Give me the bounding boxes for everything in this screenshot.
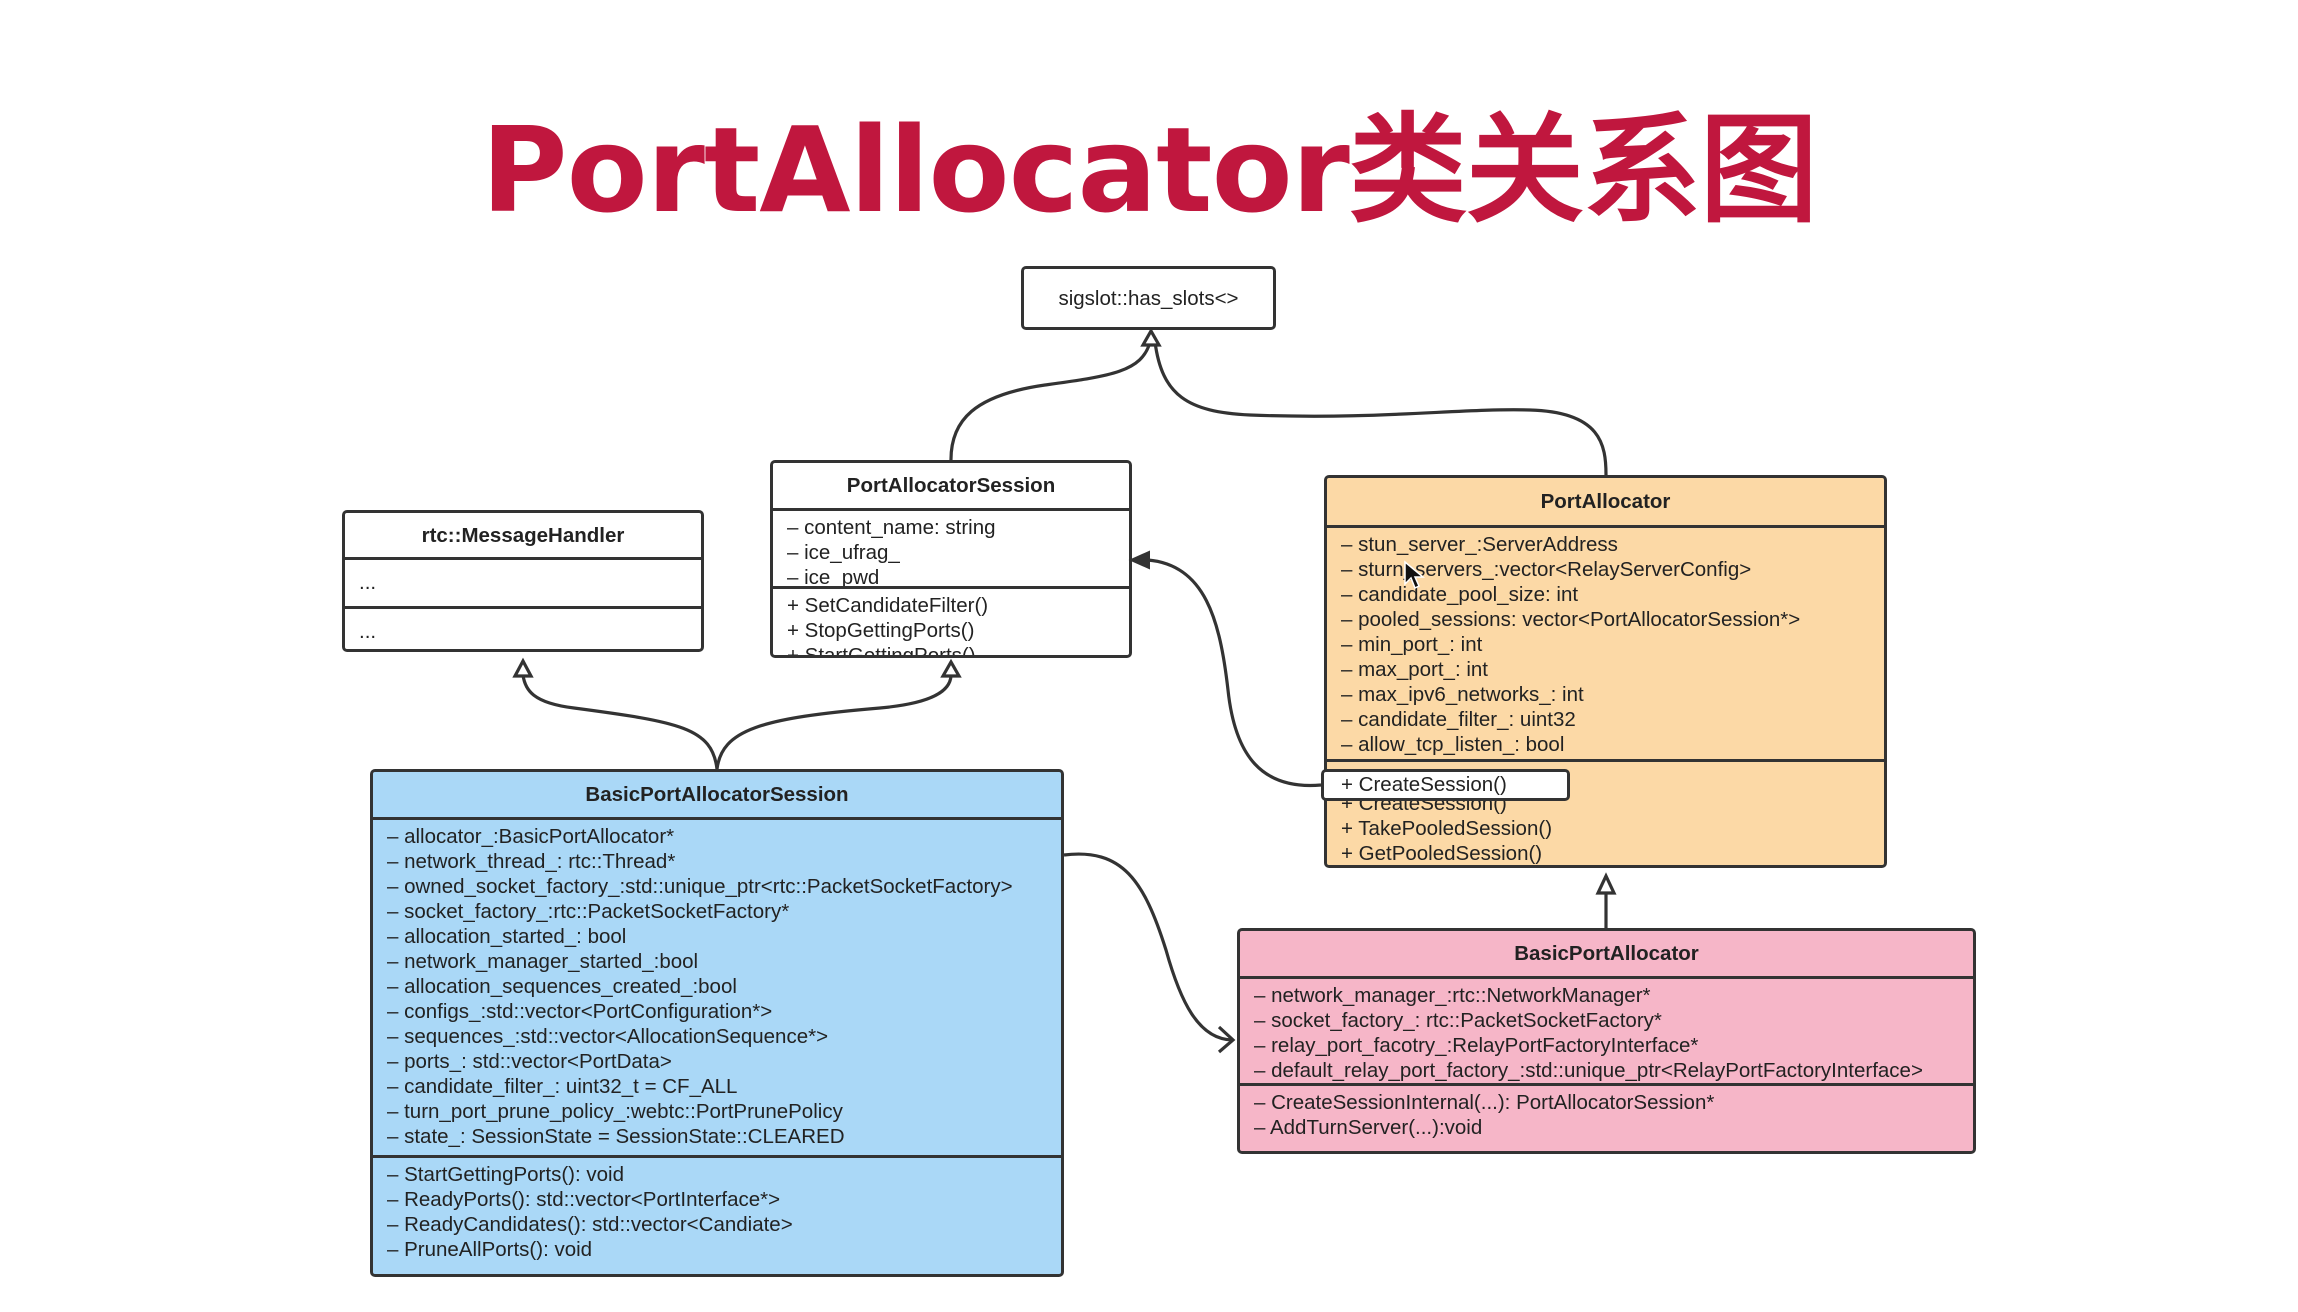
class-basicportallocator[interactable]: BasicPortAllocator – network_manager_:rt…: [1237, 928, 1976, 1154]
attribute: – pooled_sessions: vector<PortAllocatorS…: [1341, 608, 1801, 631]
createsession-highlight[interactable]: + CreateSession(): [1321, 769, 1570, 801]
attribute: – ice_ufrag_: [787, 541, 900, 564]
class-name: sigslot::has_slots<>: [1058, 286, 1239, 310]
attribute: – candidate_filter_: uint32: [1341, 708, 1576, 731]
class-portallocator[interactable]: PortAllocator – stun_server_:ServerAddre…: [1324, 475, 1887, 868]
class-rtc-messagehandler[interactable]: rtc::MessageHandler ... ...: [342, 510, 704, 652]
attribute: – stun_server_:ServerAddress: [1341, 533, 1618, 556]
methods-section: + SetCandidateFilter() + StopGettingPort…: [773, 586, 1129, 658]
method: + StartGettingPorts(): [787, 644, 976, 658]
class-name: PortAllocator: [1327, 478, 1884, 528]
inheritance-arrow-pa: [1595, 872, 1617, 895]
method: + SetCandidateFilter(): [787, 594, 989, 617]
attribute: – configs_:std::vector<PortConfiguration…: [387, 1000, 773, 1023]
attribute: – network_manager_:rtc::NetworkManager*: [1254, 984, 1651, 1007]
attribute: – ice_pwd: [787, 566, 880, 586]
class-portallocatorsession[interactable]: PortAllocatorSession – content_name: str…: [770, 460, 1132, 658]
methods-section: – CreateSessionInternal(...): PortAlloca…: [1240, 1083, 1973, 1154]
attributes-section: – network_manager_:rtc::NetworkManager* …: [1240, 979, 1973, 1083]
method: – AddTurnServer(...):void: [1254, 1116, 1483, 1139]
methods-section: – StartGettingPorts(): void – ReadyPorts…: [373, 1155, 1061, 1277]
attribute: – network_thread_: rtc::Thread*: [387, 850, 676, 873]
method: + TakePooledSession(): [1341, 817, 1553, 840]
method: – ReadyCandidates(): std::vector<Candiat…: [387, 1213, 793, 1236]
attribute: – owned_socket_factory_:std::unique_ptr<…: [387, 875, 1013, 898]
method: ...: [1254, 1141, 1272, 1154]
attribute: – content_name: string: [787, 516, 996, 539]
attribute: – socket_factory_: rtc::PacketSocketFact…: [1254, 1009, 1662, 1032]
attributes-section: – content_name: string – ice_ufrag_ – ic…: [773, 511, 1129, 586]
method: – PruneAllPorts(): void: [387, 1238, 593, 1261]
attribute: – network_manager_started_:bool: [387, 950, 699, 973]
method: + GetPooledSession(): [1341, 842, 1543, 865]
attribute: – sequences_:std::vector<AllocationSeque…: [387, 1025, 829, 1048]
attribute: – max_ipv6_networks_: int: [1341, 683, 1584, 706]
class-name: BasicPortAllocatorSession: [373, 772, 1061, 820]
method: + StopGettingPorts(): [787, 619, 975, 642]
attribute: – allocator_:BasicPortAllocator*: [387, 825, 675, 848]
connector-bpas-to-bpa: [1063, 852, 1234, 1042]
attribute: – allocation_started_: bool: [387, 925, 627, 948]
connector-pa-to-sigslot: [1153, 341, 1608, 476]
attribute: – state_: SessionState = SessionState::C…: [387, 1125, 845, 1148]
methods-section: ...: [345, 606, 701, 649]
method: – StartGettingPorts(): void: [387, 1163, 624, 1186]
attribute: ...: [359, 571, 377, 594]
method: – CreateSessionInternal(...): PortAlloca…: [1254, 1091, 1715, 1114]
attribute: – candidate_filter_: uint32_t = CF_ALL: [387, 1075, 738, 1098]
class-basicportallocatorsession[interactable]: BasicPortAllocatorSession – allocator_:B…: [370, 769, 1064, 1277]
attributes-section: – allocator_:BasicPortAllocator* – netwo…: [373, 820, 1061, 1155]
class-name: PortAllocatorSession: [773, 463, 1129, 511]
attribute: – default_relay_port_factory_:std::uniqu…: [1254, 1059, 1923, 1082]
attribute: – max_port_: int: [1341, 658, 1488, 681]
method: ...: [359, 620, 377, 643]
inheritance-arrow-pas: [940, 658, 962, 678]
inheritance-arrow-sigslot: [1140, 327, 1162, 347]
connector-bpas-to-pas: [715, 675, 953, 770]
attribute: – turn_port_prune_policy_:webtc::PortPru…: [387, 1100, 843, 1123]
mouse-pointer-icon: [1404, 560, 1425, 590]
connector-createsession-to-pas: [1147, 558, 1322, 788]
class-sigslot-has-slots[interactable]: sigslot::has_slots<>: [1021, 266, 1276, 330]
attribute: – socket_factory_:rtc::PacketSocketFacto…: [387, 900, 790, 923]
attribute: – allow_tcp_listen_: bool: [1341, 733, 1565, 756]
attribute: – min_port_: int: [1341, 633, 1483, 656]
class-name: rtc::MessageHandler: [345, 513, 701, 560]
method: – ReadyPorts(): std::vector<PortInterfac…: [387, 1188, 781, 1211]
attribute: – relay_port_facotry_:RelayPortFactoryIn…: [1254, 1034, 1699, 1057]
class-name: BasicPortAllocator: [1240, 931, 1973, 979]
connector-bpas-to-msghandler: [521, 674, 719, 770]
inheritance-arrow-msghandler: [512, 657, 534, 678]
attributes-section: ...: [345, 560, 701, 606]
attribute: – allocation_sequences_created_:bool: [387, 975, 737, 998]
attribute: – ports_: std::vector<PortData>: [387, 1050, 672, 1073]
filled-arrowhead-pas: [1128, 550, 1150, 570]
method: ...: [387, 1263, 405, 1277]
connector-pas-to-sigslot: [949, 341, 1152, 463]
